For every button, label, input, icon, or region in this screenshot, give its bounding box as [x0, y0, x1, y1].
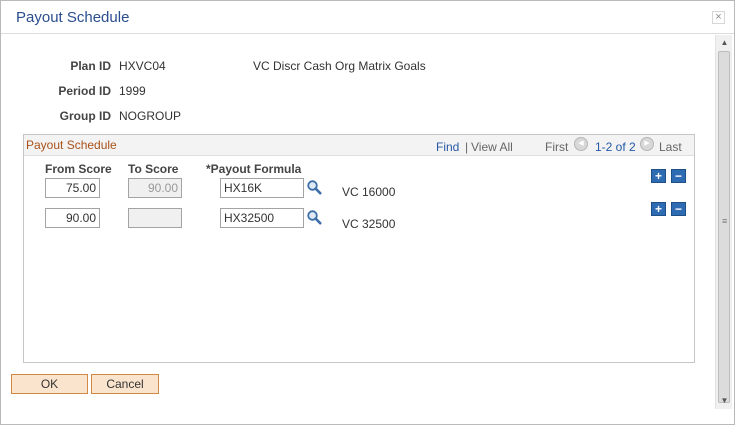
- dialog-title: Payout Schedule: [16, 9, 130, 26]
- add-row-button[interactable]: +: [651, 202, 666, 216]
- vertical-scrollbar[interactable]: ▲ ≡ ▼: [715, 35, 732, 409]
- scroll-down-arrow[interactable]: ▼: [716, 394, 733, 407]
- from-score-input[interactable]: 75.00: [45, 178, 100, 198]
- delete-row-button[interactable]: −: [671, 202, 686, 216]
- plan-id-label: Plan ID: [70, 59, 111, 73]
- grid-header: Payout Schedule Find | View All First ◀ …: [24, 135, 694, 156]
- period-id-value: 1999: [119, 84, 146, 98]
- payout-schedule-dialog: Payout Schedule × ▲ ≡ ▼ Plan ID HXVC04 V…: [0, 0, 735, 425]
- plan-id-value: HXVC04: [119, 59, 166, 73]
- cancel-button[interactable]: Cancel: [91, 374, 159, 394]
- col-to-score: To Score: [128, 162, 179, 176]
- close-icon[interactable]: ×: [712, 11, 725, 24]
- group-id-value: NOGROUP: [119, 109, 182, 123]
- plan-description: VC Discr Cash Org Matrix Goals: [253, 59, 426, 73]
- view-all-link[interactable]: View All: [471, 140, 513, 154]
- magnifier-icon[interactable]: [306, 179, 322, 195]
- col-payout-formula: *Payout Formula: [206, 162, 302, 176]
- col-from-score: From Score: [45, 162, 112, 176]
- title-bar: Payout Schedule ×: [1, 1, 734, 34]
- add-row-button[interactable]: +: [651, 169, 666, 183]
- grid-title: Payout Schedule: [26, 138, 117, 152]
- scroll-grip-icon: ≡: [722, 216, 728, 226]
- to-score-input: 90.00: [128, 178, 182, 198]
- period-id-label: Period ID: [58, 84, 111, 98]
- payout-schedule-grid: Payout Schedule Find | View All First ◀ …: [23, 134, 695, 363]
- scroll-thumb[interactable]: ≡: [718, 51, 730, 403]
- delete-row-button[interactable]: −: [671, 169, 686, 183]
- payout-formula-input[interactable]: HX16K: [220, 178, 304, 198]
- ok-button[interactable]: OK: [11, 374, 88, 394]
- row-range: 1-2 of 2: [595, 140, 636, 154]
- previous-icon[interactable]: ◀: [574, 137, 588, 151]
- formula-description: VC 32500: [342, 217, 396, 231]
- next-icon[interactable]: ▶: [640, 137, 654, 151]
- group-id-label: Group ID: [59, 109, 111, 123]
- from-score-input[interactable]: 90.00: [45, 208, 100, 228]
- scroll-up-arrow[interactable]: ▲: [716, 36, 733, 49]
- magnifier-icon[interactable]: [306, 209, 322, 225]
- find-link[interactable]: Find: [436, 140, 459, 154]
- nav-separator: |: [465, 140, 469, 154]
- first-link[interactable]: First: [545, 140, 568, 154]
- to-score-input: [128, 208, 182, 228]
- formula-description: VC 16000: [342, 185, 396, 199]
- payout-formula-input[interactable]: HX32500: [220, 208, 304, 228]
- last-link[interactable]: Last: [659, 140, 682, 154]
